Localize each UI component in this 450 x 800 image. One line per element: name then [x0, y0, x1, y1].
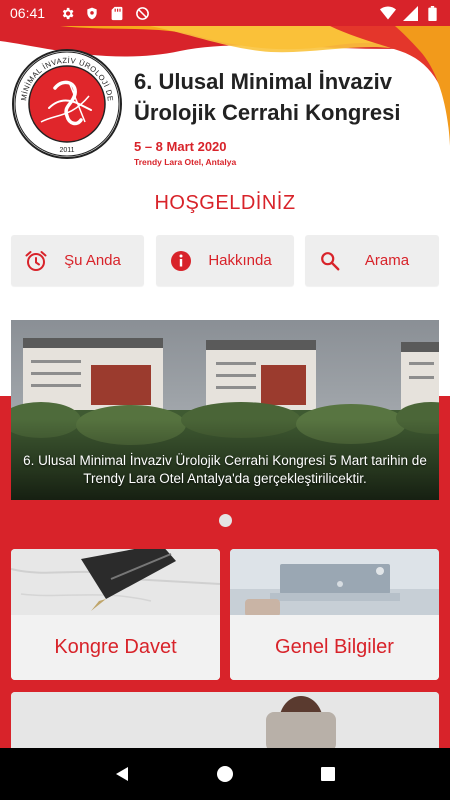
sd-card-icon [109, 5, 125, 21]
about-button-label: Hakkında [208, 252, 272, 269]
back-icon[interactable] [102, 754, 142, 794]
about-button[interactable]: Hakkında [156, 235, 294, 286]
fountain-pen-photo [11, 549, 220, 617]
general-info-label: Genel Bilgiler [230, 615, 439, 680]
welcome-heading: HOŞGELDİNİZ [154, 192, 296, 214]
status-left-icons [59, 5, 150, 21]
search-button[interactable]: Arama [305, 235, 439, 286]
recents-icon[interactable] [308, 754, 348, 794]
battery-icon [424, 5, 440, 21]
signal-icon [402, 5, 418, 21]
gear-icon [59, 5, 75, 21]
congress-invite-card[interactable]: Kongre Davet [11, 549, 220, 680]
no-disturb-icon [134, 5, 150, 21]
search-icon [317, 248, 343, 274]
congress-invite-label: Kongre Davet [11, 615, 220, 680]
congress-title: 6. Ulusal Minimal İnvaziv Ürolojik Cerra… [134, 69, 401, 125]
congress-venue: Trendy Lara Otel, Antalya [134, 157, 237, 167]
status-right-icons [380, 5, 440, 21]
now-button-label: Şu Anda [64, 252, 121, 269]
logo-year: 2011 [59, 147, 74, 154]
general-info-card[interactable]: Genel Bilgiler [230, 549, 439, 680]
info-icon [168, 248, 194, 274]
android-nav-bar [0, 748, 450, 800]
carousel-caption: 6. Ulusal Minimal İnvaziv Ürolojik Cerra… [23, 453, 427, 486]
association-logo: MİNİMAL İNVAZİV ÜROLOJİ DERNEĞİ 2011 [11, 48, 122, 159]
now-button[interactable]: Şu Anda [11, 235, 144, 286]
status-bar: 06:41 [0, 0, 450, 26]
shield-icon [84, 5, 100, 21]
status-time: 06:41 [10, 5, 46, 21]
congress-banner: MİNİMAL İNVAZİV ÜROLOJİ DERNEĞİ 2011 6. … [0, 26, 450, 181]
alarm-clock-icon [23, 248, 49, 274]
next-card-photo [11, 692, 439, 748]
next-card-partial[interactable] [11, 692, 439, 748]
congress-date: 5 – 8 Mart 2020 [134, 139, 227, 154]
search-button-label: Arama [364, 252, 410, 269]
carousel-page-indicator[interactable] [219, 514, 232, 527]
laptop-photo [230, 549, 439, 617]
news-carousel[interactable]: 6. Ulusal Minimal İnvaziv Ürolojik Cerra… [11, 320, 439, 500]
home-icon[interactable] [205, 754, 245, 794]
wifi-icon [380, 5, 396, 21]
